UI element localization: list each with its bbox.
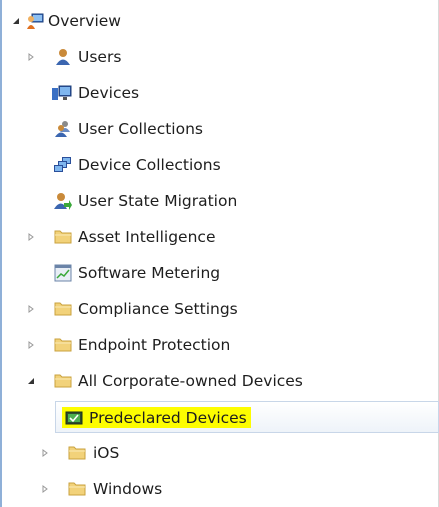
overview-icon <box>26 12 44 30</box>
tree-item-label: All Corporate-owned Devices <box>78 372 303 390</box>
tree-item-ios[interactable]: iOS <box>2 435 439 471</box>
tree-item-user-state-migration[interactable]: User State Migration <box>2 183 439 219</box>
folder-icon <box>54 336 72 354</box>
tree-item-label: Predeclared Devices <box>89 408 247 427</box>
tree-item-label: Endpoint Protection <box>78 336 231 354</box>
folder-icon <box>68 444 86 462</box>
software-metering-icon <box>54 264 72 282</box>
tree-item-label: Software Metering <box>78 264 221 282</box>
folder-icon <box>54 372 72 390</box>
tree-item-label: Compliance Settings <box>78 300 238 318</box>
tree-item-device-collections[interactable]: Device Collections <box>2 147 439 183</box>
collapsed-arrow-icon[interactable] <box>40 448 50 458</box>
folder-icon <box>54 300 72 318</box>
collapsed-arrow-icon[interactable] <box>40 484 50 494</box>
expanded-arrow-icon[interactable] <box>11 16 21 26</box>
tree-item-label: Devices <box>78 84 140 102</box>
folder-icon <box>68 480 86 498</box>
tree-item-compliance-settings[interactable]: Compliance Settings <box>2 291 439 327</box>
tree-item-windows[interactable]: Windows <box>2 471 439 507</box>
tree-item-all-corporate-owned-devices[interactable]: All Corporate-owned Devices <box>2 363 439 399</box>
predeclared-devices-icon <box>65 410 83 426</box>
tree-item-label: Asset Intelligence <box>78 228 216 246</box>
tree-item-label: User Collections <box>78 120 203 138</box>
device-collections-icon <box>54 156 72 174</box>
tree-item-users[interactable]: Users <box>2 39 439 75</box>
tree-item-user-collections[interactable]: User Collections <box>2 111 439 147</box>
devices-icon <box>52 84 72 102</box>
tree-item-label: User State Migration <box>78 192 238 210</box>
yellow-highlight: Predeclared Devices <box>62 407 251 428</box>
tree-item-software-metering[interactable]: Software Metering <box>2 255 439 291</box>
collapsed-arrow-icon[interactable] <box>26 232 36 242</box>
tree-item-label: Overview <box>48 12 121 30</box>
expanded-arrow-icon[interactable] <box>26 376 36 386</box>
tree-item-label: Windows <box>93 480 163 498</box>
user-collections-icon <box>54 120 72 138</box>
collapsed-arrow-icon[interactable] <box>26 340 36 350</box>
tree-item-label: iOS <box>93 444 120 462</box>
user-state-migration-icon <box>54 192 72 210</box>
tree-item-label: Device Collections <box>78 156 221 174</box>
tree-view: Overview Users Devices User Collections … <box>2 3 439 507</box>
tree-item-asset-intelligence[interactable]: Asset Intelligence <box>2 219 439 255</box>
navigation-pane: Overview Users Devices User Collections … <box>0 0 439 507</box>
user-icon <box>54 48 72 66</box>
collapsed-arrow-icon[interactable] <box>26 52 36 62</box>
tree-item-devices[interactable]: Devices <box>2 75 439 111</box>
tree-item-predeclared-devices[interactable]: Predeclared Devices <box>2 399 439 435</box>
collapsed-arrow-icon[interactable] <box>26 304 36 314</box>
tree-item-overview[interactable]: Overview <box>2 3 439 39</box>
tree-item-endpoint-protection[interactable]: Endpoint Protection <box>2 327 439 363</box>
folder-icon <box>54 228 72 246</box>
tree-item-label: Users <box>78 48 122 66</box>
